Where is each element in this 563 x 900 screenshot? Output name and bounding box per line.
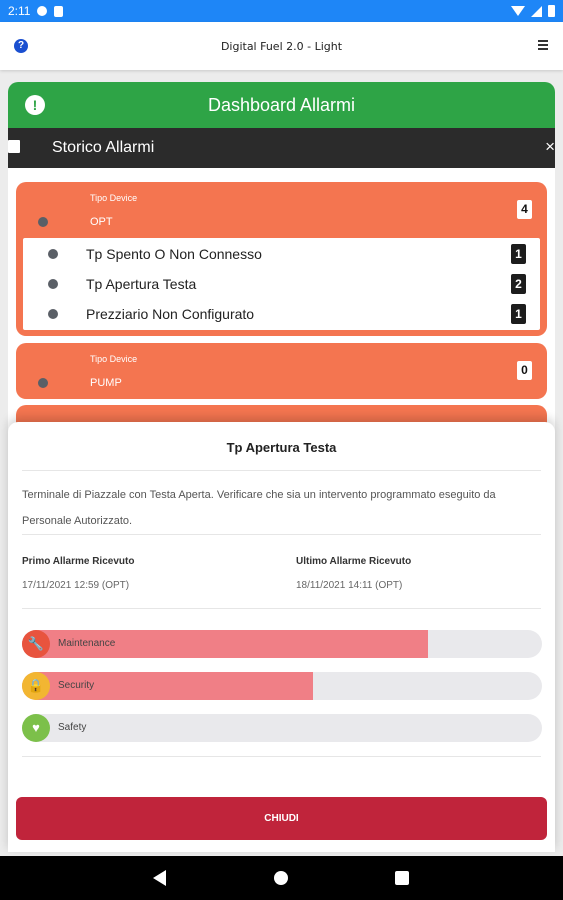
sd-card-icon	[54, 5, 64, 17]
status-time: 2:11	[8, 4, 31, 18]
status-bar: 2:11	[0, 0, 563, 22]
impact-label: Maintenance	[58, 638, 116, 649]
sheet-title: Tp Apertura Testa	[226, 440, 337, 455]
device-panel-opt[interactable]: Tipo Device OPT 4 Tp Spento O Non Connes…	[16, 182, 547, 336]
divider	[22, 534, 541, 535]
alarm-count-badge: 1	[511, 244, 526, 264]
impact-label: Safety	[58, 722, 87, 733]
dashboard-header: ! Dashboard Allarmi	[8, 82, 555, 128]
impact-track	[22, 672, 542, 700]
divider	[22, 470, 541, 471]
navigation-bar	[0, 856, 563, 900]
back-icon[interactable]	[153, 870, 166, 886]
alert-icon: !	[25, 95, 45, 115]
status-dot-icon	[38, 217, 48, 227]
lock-icon: 🔒	[22, 672, 50, 700]
alarm-row[interactable]: Prezziario Non Configurato 1	[23, 299, 540, 329]
app-notification-icon	[37, 6, 48, 16]
calendar-icon[interactable]	[8, 140, 20, 153]
device-name: PUMP	[90, 377, 122, 389]
alarm-description: Terminale di Piazzale con Testa Aperta. …	[22, 489, 496, 527]
first-alarm-value: 17/11/2021 12:59 (OPT)	[22, 580, 130, 591]
dashboard-title: Dashboard Allarmi	[207, 94, 356, 115]
device-type-label: Tipo Device	[90, 354, 138, 364]
close-button[interactable]: CHIUDI	[16, 797, 547, 840]
alarm-count-badge: 1	[511, 304, 526, 324]
first-alarm-label: Primo Allarme Ricevuto	[22, 556, 135, 567]
app-bar: ? Digital Fuel 2.0 - Light	[0, 22, 563, 70]
device-name: OPT	[90, 216, 113, 228]
help-icon[interactable]: ?	[14, 39, 28, 53]
alarm-detail-sheet: Tp Apertura Testa Terminale di Piazzale …	[8, 422, 555, 852]
alarm-row[interactable]: Tp Spento O Non Connesso 1	[23, 239, 540, 269]
device-type-label: Tipo Device	[90, 193, 138, 203]
alarm-label: Prezziario Non Configurato	[86, 306, 255, 322]
divider	[22, 756, 541, 757]
history-title: Storico Allarmi	[52, 139, 155, 156]
device-count-badge: 0	[517, 361, 532, 380]
last-alarm-value: 18/11/2021 14:11 (OPT)	[296, 580, 403, 591]
impact-label: Security	[58, 680, 95, 691]
status-dot-icon	[48, 309, 58, 319]
impact-bar-maintenance: 🔧 Maintenance	[22, 630, 542, 658]
history-bar: Storico Allarmi ×	[8, 128, 555, 168]
impact-bar-safety: ♥ Safety	[22, 714, 542, 742]
signal-icon	[531, 5, 542, 17]
device-count-badge: 4	[517, 200, 532, 219]
alarm-label: Tp Spento O Non Connesso	[86, 246, 262, 262]
wrench-icon: 🔧	[22, 630, 50, 658]
alarm-list: Tp Spento O Non Connesso 1 Tp Apertura T…	[23, 238, 540, 330]
alarm-count-badge: 2	[511, 274, 526, 294]
impact-bar-security: 🔒 Security	[22, 672, 542, 700]
home-icon[interactable]	[274, 871, 288, 885]
hamburger-menu-icon[interactable]	[538, 40, 548, 50]
close-icon[interactable]: ×	[545, 137, 555, 157]
last-alarm-label: Ultimo Allarme Ricevuto	[296, 556, 412, 567]
heart-icon: ♥	[22, 714, 50, 742]
device-panel-pump[interactable]: Tipo Device PUMP 0	[16, 343, 547, 399]
status-dot-icon	[48, 279, 58, 289]
battery-icon	[548, 5, 555, 17]
status-dot-icon	[38, 378, 48, 388]
alarm-label: Tp Apertura Testa	[86, 276, 197, 292]
divider	[22, 608, 541, 609]
wifi-icon	[511, 6, 525, 16]
status-dot-icon	[48, 249, 58, 259]
alarm-row[interactable]: Tp Apertura Testa 2	[23, 269, 540, 299]
impact-track	[22, 714, 542, 742]
app-title: Digital Fuel 2.0 - Light	[220, 39, 343, 53]
recent-apps-icon[interactable]	[395, 871, 409, 885]
